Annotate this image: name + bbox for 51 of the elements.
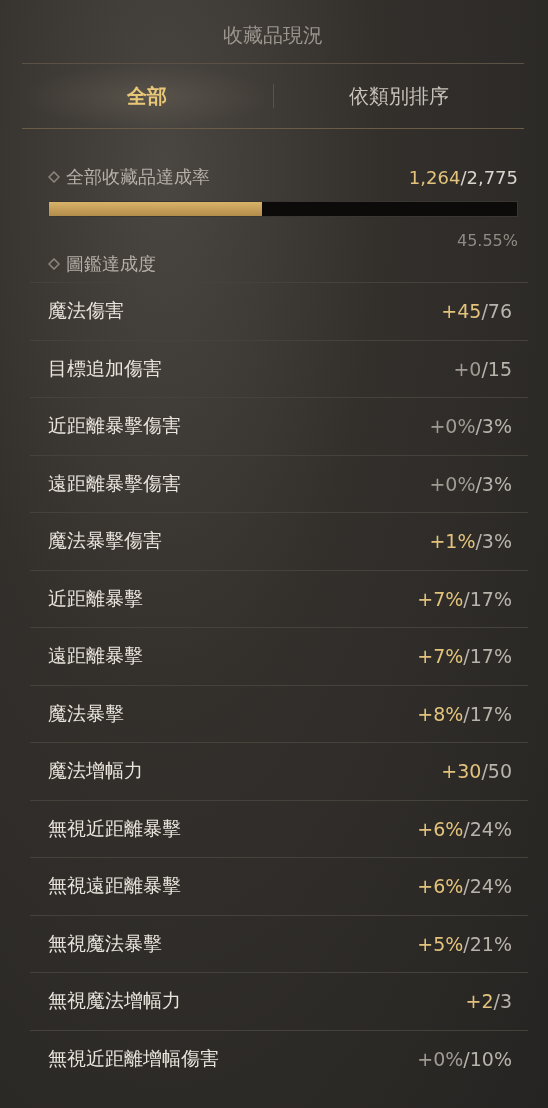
stat-name: 遠距離暴擊傷害: [48, 470, 181, 496]
stat-max: /17%: [463, 587, 512, 610]
stat-current: +7%: [417, 645, 464, 668]
diamond-icon: [48, 258, 60, 270]
stat-name: 無視遠距離暴擊: [48, 873, 181, 899]
stat-max: /76: [481, 300, 512, 323]
stat-name: 無視近距離暴擊: [48, 815, 181, 841]
stat-name: 無視近距離增幅傷害: [48, 1045, 219, 1071]
stat-current: +0: [453, 357, 482, 380]
stat-max: /3: [493, 990, 512, 1013]
stat-max: /3%: [475, 530, 512, 553]
collected-count: 1,264: [408, 166, 461, 188]
percent-text: 45.55%: [457, 231, 518, 250]
stat-current: +5%: [417, 932, 464, 955]
stat-max: /24%: [463, 817, 512, 840]
stat-current: +6%: [417, 817, 464, 840]
stat-name: 魔法暴擊: [48, 700, 124, 726]
section-label: 圖鑑達成度: [66, 252, 156, 276]
stat-max: /21%: [463, 932, 512, 955]
stat-max: /15: [481, 357, 512, 380]
stat-max: /10%: [463, 1047, 512, 1070]
stat-current: +30: [441, 760, 482, 783]
stat-current: +2: [465, 990, 494, 1013]
stat-current: +7%: [417, 587, 464, 610]
stat-name: 遠距離暴擊: [48, 643, 143, 669]
stat-current: +8%: [417, 702, 464, 725]
stat-name: 魔法增幅力: [48, 758, 143, 784]
stat-name: 魔法暴擊傷害: [48, 528, 162, 554]
stat-max: /17%: [463, 702, 512, 725]
stat-max: /17%: [463, 645, 512, 668]
stat-current: +6%: [417, 875, 464, 898]
stat-current: +0%: [429, 415, 476, 438]
diamond-icon: [48, 171, 60, 183]
stat-max: /50: [481, 760, 512, 783]
tab[interactable]: 依類別排序: [273, 64, 524, 128]
stat-name: 魔法傷害: [48, 298, 124, 324]
stat-current: +0%: [417, 1047, 464, 1070]
stat-max: /3%: [475, 472, 512, 495]
stat-max: /24%: [463, 875, 512, 898]
stat-name: 目標追加傷害: [48, 355, 162, 381]
stat-name: 無視魔法暴擊: [48, 930, 162, 956]
section-label: 全部收藏品達成率: [66, 165, 210, 189]
stat-name: 近距離暴擊傷害: [48, 413, 181, 439]
stat-current: +0%: [429, 472, 476, 495]
stat-current: +45: [441, 300, 482, 323]
total-count: /2,775: [460, 166, 518, 188]
stat-name: 無視魔法增幅力: [48, 988, 181, 1014]
stat-name: 近距離暴擊: [48, 585, 143, 611]
stat-max: /3%: [475, 415, 512, 438]
panel-title: 收藏品現況: [222, 22, 324, 49]
stat-current: +1%: [429, 530, 476, 553]
